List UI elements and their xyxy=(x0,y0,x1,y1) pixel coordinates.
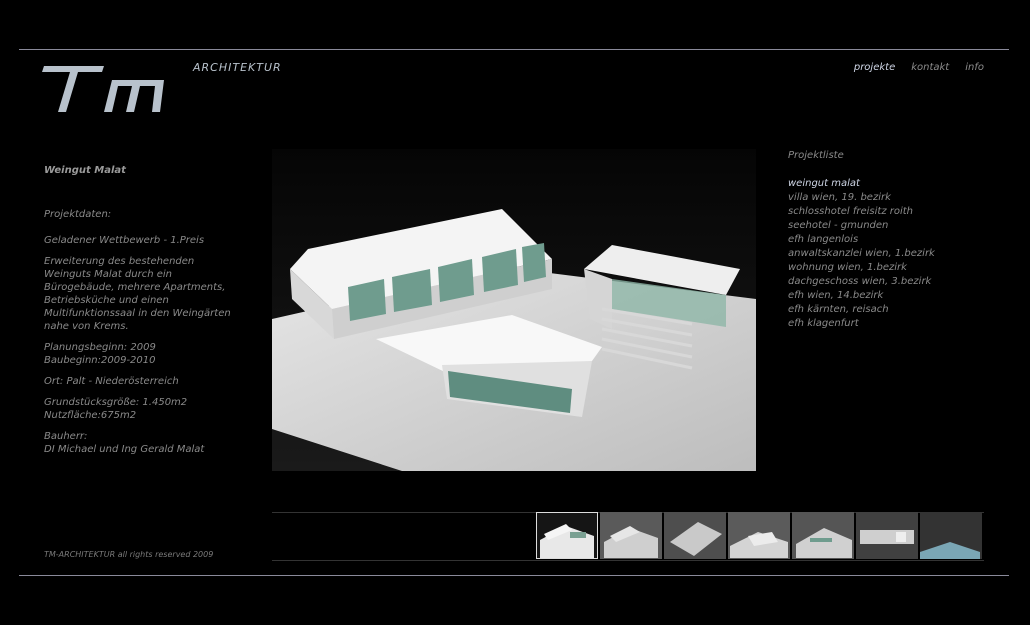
project-competition: Geladener Wettbewerb - 1.Preis xyxy=(44,235,205,246)
gallery-thumbnail-5[interactable] xyxy=(792,512,854,559)
project-construction: Baubeginn:2009-2010 xyxy=(44,355,156,366)
tm-logo-icon[interactable] xyxy=(42,62,168,114)
project-list-item[interactable]: dachgeschoss wien, 3.bezirk xyxy=(788,275,998,289)
copyright-note: TM-ARCHITEKTUR all rights reserved 2009 xyxy=(44,550,214,559)
project-client-label: Bauherr: xyxy=(44,431,88,442)
project-list-item[interactable]: efh langenlois xyxy=(788,233,998,247)
project-list-item[interactable]: schlosshotel freisitz roith xyxy=(788,205,998,219)
nav-projekte[interactable]: projekte xyxy=(854,62,895,73)
project-list-item[interactable]: anwaltskanzlei wien, 1.bezirk xyxy=(788,247,998,261)
architecture-model-photo xyxy=(272,149,756,471)
nav-info[interactable]: info xyxy=(965,62,984,73)
gallery-thumbnail-2[interactable] xyxy=(600,512,662,559)
main-nav: projekte kontakt info xyxy=(854,62,984,73)
project-list-item[interactable]: wohnung wien, 1.bezirk xyxy=(788,261,998,275)
project-title: Weingut Malat xyxy=(44,165,126,176)
project-description: Erweiterung des bestehenden Weinguts Mal… xyxy=(44,256,231,332)
project-list-item[interactable]: efh wien, 14.bezirk xyxy=(788,289,998,303)
gallery-thumbnail-4[interactable] xyxy=(728,512,790,559)
project-list-item[interactable]: efh kärnten, reisach xyxy=(788,303,998,317)
top-divider xyxy=(19,49,1009,50)
project-planning: Planungsbeginn: 2009 xyxy=(44,342,156,353)
project-plot-size: Grundstücksgröße: 1.450m2 xyxy=(44,397,188,408)
nav-kontakt[interactable]: kontakt xyxy=(911,62,949,73)
project-data-label: Projektdaten: xyxy=(44,209,112,220)
project-list-item[interactable]: efh klagenfurt xyxy=(788,317,998,331)
gallery-thumbnail-3[interactable] xyxy=(664,512,726,559)
project-client: DI Michael und Ing Gerald Malat xyxy=(44,444,205,455)
gallery-thumbnail-6[interactable] xyxy=(856,512,918,559)
gallery-thumbnail-7[interactable] xyxy=(920,512,982,559)
project-location: Ort: Palt - Niederösterreich xyxy=(44,376,179,387)
bottom-divider xyxy=(19,575,1009,576)
brand-subtitle: ARCHITEKTUR xyxy=(193,61,282,74)
gallery-thumbnail-1[interactable] xyxy=(536,512,598,559)
project-list-items: weingut malat villa wien, 19. bezirk sch… xyxy=(788,177,998,331)
project-details: Weingut Malat Projektdaten: Geladener We… xyxy=(44,164,244,464)
project-list-item[interactable]: weingut malat xyxy=(788,177,998,191)
project-list-item[interactable]: villa wien, 19. bezirk xyxy=(788,191,998,205)
project-list: Projektliste weingut malat villa wien, 1… xyxy=(788,149,998,331)
project-list-heading: Projektliste xyxy=(788,150,844,161)
project-usable-area: Nutzfläche:675m2 xyxy=(44,410,137,421)
thumbnail-strip xyxy=(536,512,982,559)
project-list-item[interactable]: seehotel - gmunden xyxy=(788,219,998,233)
